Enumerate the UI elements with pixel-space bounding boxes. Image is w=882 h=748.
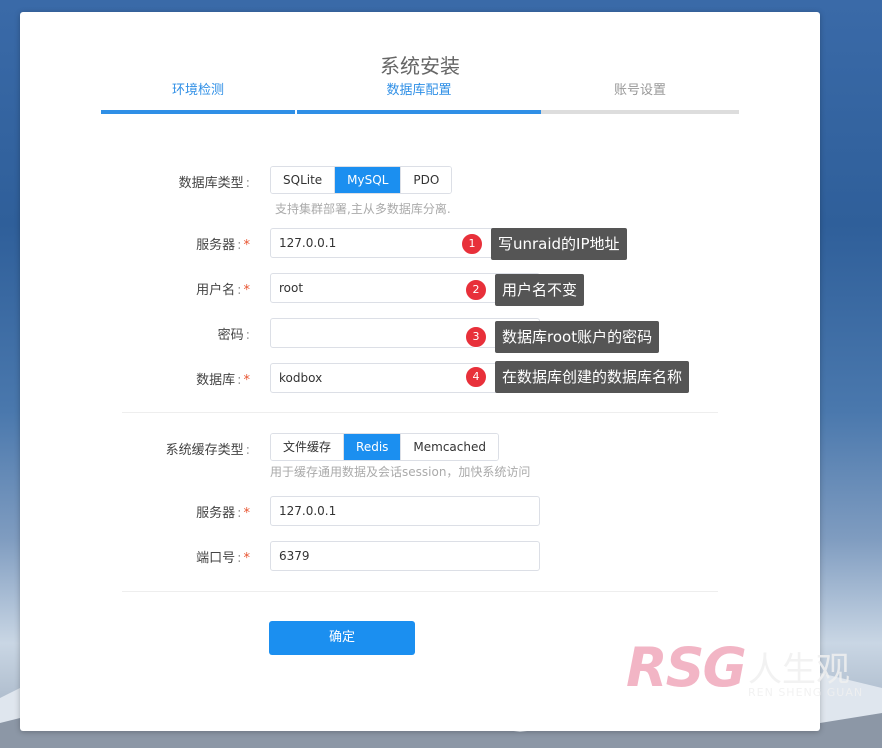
db-type-hint: 支持集群部署,主从多数据库分离. [275,202,451,216]
step-database-config: 数据库配置 [297,82,541,114]
label-text: 密码 [217,328,244,343]
install-panel: 系统安装 环境检测 数据库配置 账号设置 数据库类型: SQLite MySQL… [20,12,820,731]
step-bar [101,110,295,114]
annotation-4: 4 在数据库创建的数据库名称 [465,361,690,393]
cache-type-redis[interactable]: Redis [344,434,402,460]
label-separator: : [237,238,242,253]
label-text: 用户名 [196,283,236,298]
label-separator: : [237,551,242,566]
required-mark: * [243,238,251,253]
watermark-cn: 人生观 [748,650,850,690]
step-bar [297,110,541,114]
step-bar [541,110,739,114]
label-separator: : [237,506,242,521]
watermark-rsg: RSG [626,636,747,699]
cache-type-label: 系统缓存类型: [20,439,250,458]
label-text: 服务器 [196,506,236,521]
annotation-1: 1 写unraid的IP地址 [461,228,627,260]
db-server-label: 服务器: * [20,234,250,253]
db-password-label: 密码: [20,324,250,343]
label-separator: : [245,443,250,458]
annotation-text: 数据库root账户的密码 [495,321,660,353]
cache-type-file[interactable]: 文件缓存 [271,434,345,460]
required-mark: * [243,551,251,566]
section-divider [122,412,718,413]
label-text: 数据库类型 [178,176,244,191]
label-separator: : [237,283,242,298]
required-mark: * [243,373,251,388]
cache-server-label: 服务器: * [20,502,250,521]
step-account-setup: 账号设置 [541,82,739,114]
required-mark: * [243,506,251,521]
annotation-3: 3 数据库root账户的密码 [465,321,660,353]
label-text: 系统缓存类型 [165,443,244,458]
cache-type-selector: 文件缓存 Redis Memcached [270,433,499,461]
step-label: 数据库配置 [386,83,452,98]
annotation-number: 4 [465,366,487,388]
step-label: 账号设置 [613,83,666,98]
watermark-py: REN SHENG GUAN [748,686,864,699]
cache-port-label: 端口号: * [20,547,250,566]
db-type-selector: SQLite MySQL PDO [270,166,453,194]
watermark-logo: RSG 人生观 REN SHENG GUAN [626,636,882,706]
annotation-text: 在数据库创建的数据库名称 [495,361,690,393]
annotation-number: 2 [465,279,487,301]
step-environment-check: 环境检测 [101,82,295,114]
submit-button[interactable]: 确定 [269,621,415,655]
step-progress: 环境检测 数据库配置 账号设置 [101,82,739,114]
annotation-number: 3 [465,326,487,348]
cache-type-hint: 用于缓存通用数据及会话session，加快系统访问 [270,465,531,479]
page-title: 系统安装 [380,54,460,78]
cache-port-input[interactable]: 6379 [270,541,540,571]
label-text: 数据库 [196,373,236,388]
section-divider [122,591,718,592]
annotation-number: 1 [461,233,483,255]
db-user-label: 用户名: * [20,279,250,298]
label-text: 服务器 [196,238,236,253]
label-text: 端口号 [196,551,236,566]
db-type-sqlite[interactable]: SQLite [271,167,336,193]
db-type-mysql[interactable]: MySQL [335,167,402,193]
cache-server-input[interactable]: 127.0.0.1 [270,496,540,526]
label-separator: : [245,328,250,343]
db-type-pdo[interactable]: PDO [401,167,452,193]
cache-type-memcached[interactable]: Memcached [401,434,498,460]
step-label: 环境检测 [171,83,224,98]
db-name-label: 数据库: * [20,369,250,388]
annotation-text: 写unraid的IP地址 [491,228,627,260]
annotation-text: 用户名不变 [495,274,585,306]
required-mark: * [243,283,251,298]
label-separator: : [245,176,250,191]
label-separator: : [237,373,242,388]
db-type-label: 数据库类型: [20,172,250,191]
annotation-2: 2 用户名不变 [465,274,585,306]
